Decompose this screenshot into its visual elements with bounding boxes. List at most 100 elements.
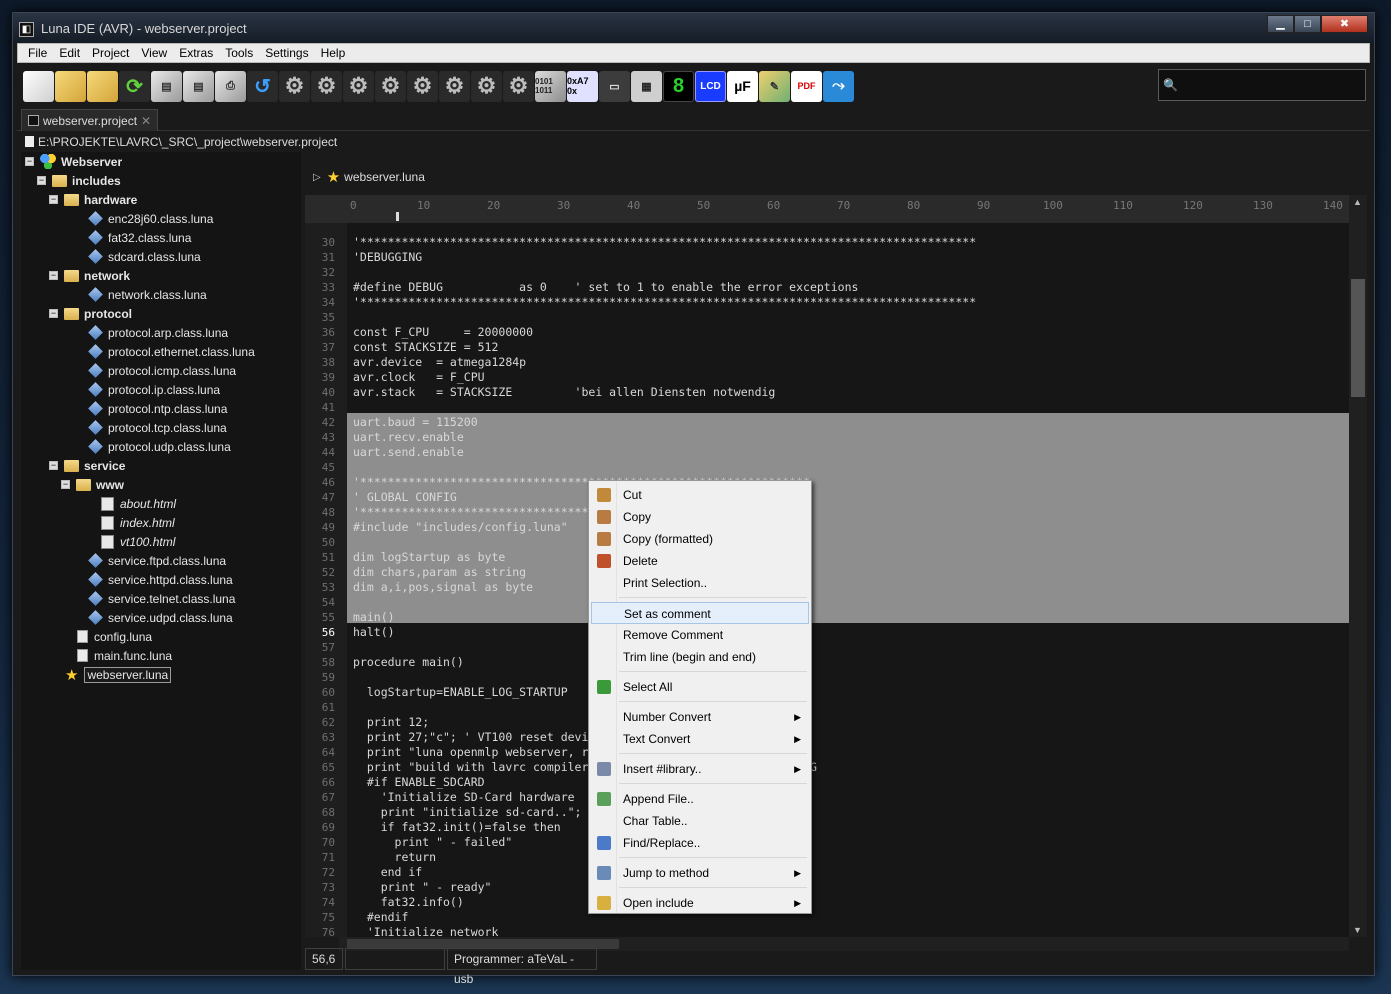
tab-webserver-project[interactable]: webserver.project ✕ <box>21 109 158 131</box>
tree-item-file[interactable]: about.html <box>101 494 176 513</box>
tree-item-file[interactable]: config.luna <box>77 627 152 646</box>
menu-item-append-file[interactable]: Append File.. <box>591 788 809 810</box>
tree-item-file[interactable]: service.httpd.class.luna <box>88 570 233 589</box>
calculator-icon[interactable]: ▦ <box>631 70 662 102</box>
minimize-button[interactable]: ▁ <box>1267 15 1294 33</box>
code-area[interactable]: 30 '*************************************… <box>305 223 1349 937</box>
refresh-icon[interactable]: ⟳ <box>119 70 150 102</box>
microfarad-icon[interactable]: µF <box>727 70 758 102</box>
menu-project[interactable]: Project <box>86 46 135 60</box>
tree-item-file[interactable]: main.func.luna <box>77 646 172 665</box>
collapse-icon[interactable]: − <box>49 309 58 318</box>
settings-gear-icon[interactable]: ⚙ <box>503 70 534 102</box>
tree-item-file[interactable]: enc28j60.class.luna <box>88 209 213 228</box>
menu-item-cut[interactable]: Cut <box>591 484 809 506</box>
menu-item-jump-to-method[interactable]: Jump to method ▶ <box>591 862 809 884</box>
terminal-icon[interactable]: ▭ <box>599 70 630 102</box>
menu-item-delete[interactable]: Delete <box>591 550 809 572</box>
tree-item-file[interactable]: fat32.class.luna <box>88 228 191 247</box>
collapse-icon[interactable]: − <box>49 271 58 280</box>
tree-item-file[interactable]: protocol.icmp.class.luna <box>88 361 236 380</box>
program-icon[interactable]: ⚙ <box>439 70 470 102</box>
tree-item-hardware[interactable]: − hardware <box>49 190 137 209</box>
tree-item-file[interactable]: protocol.ntp.class.luna <box>88 399 227 418</box>
tree-item-file[interactable]: protocol.tcp.class.luna <box>88 418 227 437</box>
build-flash-icon[interactable]: ⚙ <box>375 70 406 102</box>
tree-item-webserver[interactable]: − Webserver <box>25 152 122 171</box>
build-burn-icon[interactable]: ⚙ <box>343 70 374 102</box>
tree-item-file[interactable]: network.class.luna <box>88 285 207 304</box>
collapse-icon[interactable]: − <box>49 195 58 204</box>
open-folder-icon[interactable] <box>55 70 86 102</box>
new-file-icon[interactable] <box>23 70 54 102</box>
search-input[interactable]: 🔍 <box>1158 69 1366 101</box>
menu-item-text-convert[interactable]: Text Convert ▶ <box>591 728 809 750</box>
menu-item-copy[interactable]: Copy <box>591 506 809 528</box>
menu-item-open-include[interactable]: Open include ▶ <box>591 892 809 914</box>
collapse-icon[interactable]: − <box>61 480 70 489</box>
hex-convert-icon[interactable]: 0xA7 0x <box>567 70 598 102</box>
menu-file[interactable]: File <box>22 46 53 60</box>
verify-icon[interactable]: ⚙ <box>471 70 502 102</box>
collapse-icon[interactable]: − <box>37 176 46 185</box>
menu-help[interactable]: Help <box>315 46 352 60</box>
tree-item-includes[interactable]: − includes <box>37 171 121 190</box>
save-as-icon[interactable]: ▤ <box>183 70 214 102</box>
menu-item-trim-line-begin-and-end[interactable]: Trim line (begin and end) <box>591 646 809 668</box>
menu-item-set-as-comment[interactable]: Set as comment <box>591 602 809 624</box>
image-edit-icon[interactable]: ✎ <box>759 70 790 102</box>
tree-item-file[interactable]: protocol.udp.class.luna <box>88 437 231 456</box>
tree-item-file[interactable]: protocol.ethernet.class.luna <box>88 342 255 361</box>
menu-tools[interactable]: Tools <box>219 46 259 60</box>
tree-item-file[interactable]: service.telnet.class.luna <box>88 589 235 608</box>
menu-extras[interactable]: Extras <box>173 46 219 60</box>
build-icon[interactable]: ⚙ <box>279 70 310 102</box>
play-icon[interactable]: ▷ <box>313 172 321 183</box>
menu-item-remove-comment[interactable]: Remove Comment <box>591 624 809 646</box>
tree-item-file[interactable]: protocol.arp.class.luna <box>88 323 228 342</box>
tree-item-protocol[interactable]: − protocol <box>49 304 132 323</box>
binary-convert-icon[interactable]: 0101 1011 <box>535 70 566 102</box>
menu-view[interactable]: View <box>135 46 173 60</box>
save-icon[interactable]: ▤ <box>151 70 182 102</box>
menu-item-char-table[interactable]: Char Table.. <box>591 810 809 832</box>
scroll-down-icon[interactable]: ▼ <box>1353 925 1362 935</box>
menu-edit[interactable]: Edit <box>53 46 86 60</box>
menu-item-print-selection[interactable]: Print Selection.. <box>591 572 809 594</box>
maximize-button[interactable]: □ <box>1294 15 1321 33</box>
tree-item-main-file[interactable]: ★ webserver.luna <box>65 665 172 684</box>
undo-icon[interactable]: ↺ <box>247 70 278 102</box>
collapse-icon[interactable]: − <box>25 157 34 166</box>
title-bar[interactable]: ◧ Luna IDE (AVR) - webserver.project ▁ □… <box>13 13 1374 43</box>
print-icon[interactable]: ⎙ <box>215 70 246 102</box>
vertical-scrollbar[interactable]: ▲ ▼ <box>1349 195 1367 937</box>
menu-item-select-all[interactable]: Select All <box>591 676 809 698</box>
menu-item-find-replace[interactable]: Find/Replace.. <box>591 832 809 854</box>
seven-segment-icon[interactable]: 8 <box>663 70 694 102</box>
tree-item-file[interactable]: service.ftpd.class.luna <box>88 551 226 570</box>
code-line: 73 print " - ready" <box>305 880 1349 895</box>
build-upload-icon[interactable]: ⚙ <box>311 70 342 102</box>
pdf-icon[interactable]: PDF <box>791 70 822 102</box>
scrollbar-thumb[interactable] <box>1351 279 1365 397</box>
fuse-icon[interactable]: ⚙ <box>407 70 438 102</box>
tree-item-www[interactable]: − www <box>61 475 124 494</box>
menu-item-number-convert[interactable]: Number Convert ▶ <box>591 706 809 728</box>
share-icon[interactable]: ⤳ <box>823 70 854 102</box>
scroll-up-icon[interactable]: ▲ <box>1353 197 1362 207</box>
tree-item-file[interactable]: sdcard.class.luna <box>88 247 201 266</box>
tree-item-service[interactable]: − service <box>49 456 125 475</box>
menu-item-copy-formatted[interactable]: Copy (formatted) <box>591 528 809 550</box>
lcd-icon[interactable]: LCD <box>695 70 726 102</box>
tree-item-file[interactable]: service.udpd.class.luna <box>88 608 233 627</box>
tree-item-file[interactable]: vt100.html <box>101 532 175 551</box>
tree-item-file[interactable]: index.html <box>101 513 175 532</box>
open-project-icon[interactable] <box>87 70 118 102</box>
tab-close-icon[interactable]: ✕ <box>141 114 151 128</box>
collapse-icon[interactable]: − <box>49 461 58 470</box>
close-button[interactable]: ✖ <box>1321 15 1368 33</box>
menu-item-insert-library[interactable]: Insert #library.. ▶ <box>591 758 809 780</box>
menu-settings[interactable]: Settings <box>259 46 314 60</box>
tree-item-network[interactable]: − network <box>49 266 130 285</box>
tree-item-file[interactable]: protocol.ip.class.luna <box>88 380 220 399</box>
